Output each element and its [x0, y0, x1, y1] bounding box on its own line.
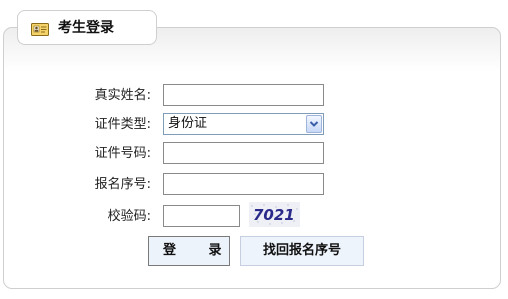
login-tab: 考生登录	[17, 10, 157, 45]
captcha-label: 校验码:	[107, 209, 151, 224]
id-number-label: 证件号码:	[94, 146, 151, 161]
name-input[interactable]	[163, 84, 324, 106]
serial-input[interactable]	[163, 173, 324, 195]
captcha-text: 7021	[253, 206, 295, 224]
id-card-icon	[31, 23, 49, 36]
id-number-input[interactable]	[163, 142, 324, 164]
captcha-image[interactable]: 7021	[249, 202, 300, 227]
id-type-label: 证件类型:	[94, 117, 151, 132]
chevron-down-icon[interactable]	[306, 115, 322, 133]
id-type-value: 身份证	[168, 116, 208, 131]
tab-title: 考生登录	[58, 20, 114, 36]
name-label: 真实姓名:	[94, 88, 151, 103]
id-type-select[interactable]: 身份证	[163, 113, 324, 135]
serial-label: 报名序号:	[94, 177, 151, 192]
login-button[interactable]: 登 录	[148, 236, 230, 266]
recover-serial-button[interactable]: 找回报名序号	[240, 236, 364, 266]
captcha-input[interactable]	[163, 205, 240, 227]
